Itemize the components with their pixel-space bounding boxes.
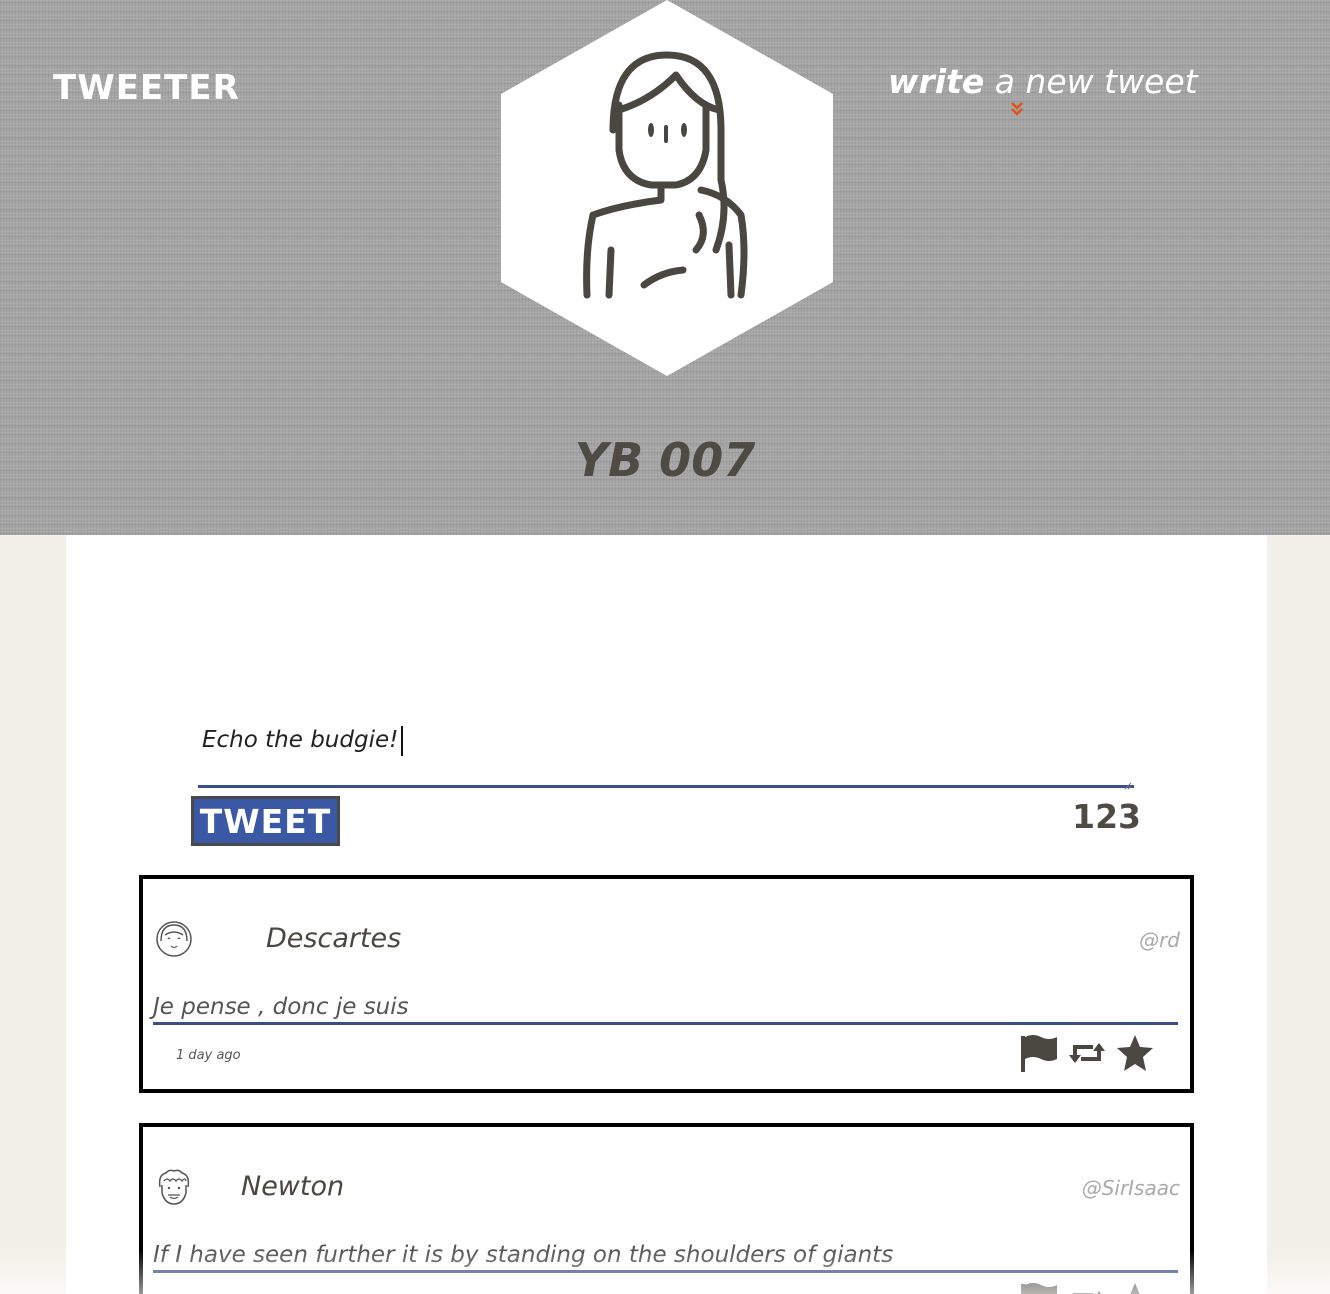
tweet-card: Newton @SirIsaac If I have seen further … [139,1123,1194,1294]
write-new-tweet-toggle[interactable]: write a new tweet [888,60,1198,104]
chevron-double-down-icon[interactable] [1009,100,1025,118]
star-icon[interactable] [1115,1033,1155,1073]
compose-toggle-bold: write [888,62,985,101]
tweet-submit-button[interactable]: TWEET [191,796,340,846]
tweet-timestamp: 1 day ago [176,1048,241,1063]
compose-text-value: Echo the budgie! [202,727,399,753]
tweet-text: If I have seen further it is by standing… [153,1242,894,1268]
char-counter: 123 [1072,797,1141,836]
star-icon[interactable] [1115,1281,1155,1294]
tweet-author-name[interactable]: Newton [241,1169,344,1205]
tweet-divider [153,1022,1178,1025]
tweet-card: Descartes @rd Je pense , donc je suis 1 … [139,875,1194,1093]
app-logo[interactable]: TWEETER [53,68,240,108]
retweet-icon[interactable] [1067,1033,1107,1073]
tweet-text: Je pense , donc je suis [153,994,409,1020]
curly-hair-face-icon [155,1167,193,1207]
retweet-icon[interactable] [1067,1281,1107,1294]
resize-grip-icon[interactable] [1124,777,1132,790]
tweet-compose-textarea[interactable]: Echo the budgie! [202,720,1132,785]
profile-avatar [501,0,833,376]
compose-underline [198,785,1134,788]
girl-face-icon [155,919,193,959]
profile-header: TWEETER write a new tweet YB 007 [0,0,1330,535]
tweet-divider [153,1270,1178,1273]
tweet-actions [1019,1033,1155,1073]
profile-username: YB 007 [574,433,756,487]
main-content: Echo the budgie! TWEET 123 Descartes @rd… [66,535,1267,1294]
tweet-author-handle[interactable]: @rd [1139,925,1180,955]
compose-toggle-rest: a new tweet [984,62,1198,101]
flag-icon[interactable] [1019,1281,1059,1294]
tweet-author-name[interactable]: Descartes [266,921,401,957]
tweet-author-handle[interactable]: @SirIsaac [1082,1173,1180,1203]
text-caret [401,725,404,756]
tweet-actions [1019,1281,1155,1294]
flag-icon[interactable] [1019,1033,1059,1073]
